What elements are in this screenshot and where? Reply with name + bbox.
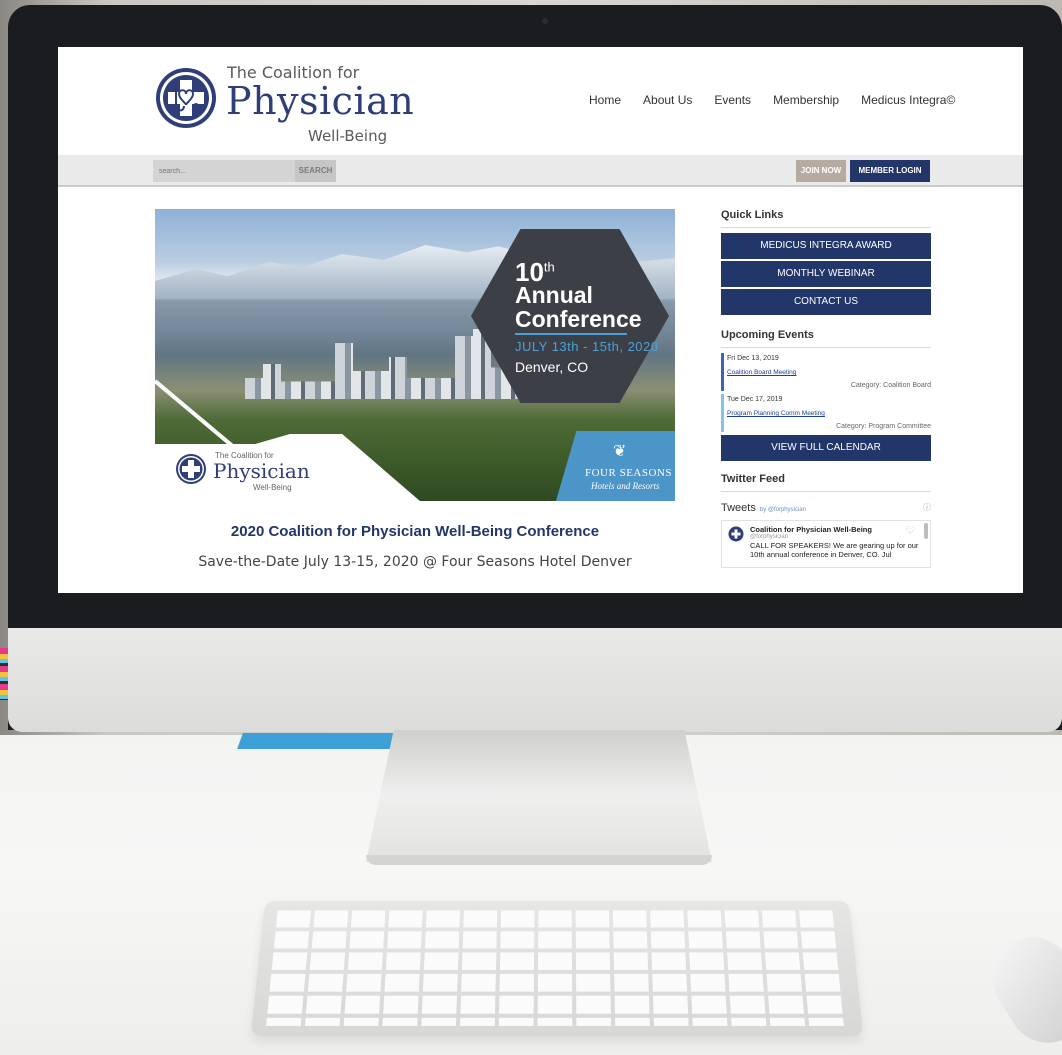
banner-logo-big: Physician [213,459,310,483]
tweets-title: Tweets [721,502,756,514]
logo-cross-stethoscope-icon [176,454,206,484]
event-link[interactable]: Program Planning Comm Meeting [727,410,931,417]
keyboard [250,901,864,1037]
event-item: Tue Dec 17, 2019 Program Planning Comm M… [721,394,931,432]
nav-medicus-integra[interactable]: Medicus Integra© [861,93,955,107]
view-full-calendar-button[interactable]: VIEW FULL CALENDAR [721,435,931,461]
event-link[interactable]: Coalition Board Meeting [727,369,931,376]
member-login-button[interactable]: MEMBER LOGIN [850,160,930,182]
site-header: The Coalition for Physician Well-Being H… [58,47,1023,155]
nav-events[interactable]: Events [714,93,751,107]
banner-dates: JULY 13th - 15th, 2020 [515,339,659,354]
tweet-scrollbar[interactable] [924,523,928,539]
quick-link-monthly-webinar[interactable]: MONTHLY WEBINAR [721,261,931,287]
event-date: Tue Dec 17, 2019 [727,396,783,403]
utility-bar: SEARCH JOIN NOW MEMBER LOGIN [58,155,1023,187]
nav-membership[interactable]: Membership [773,93,839,107]
imac-stand-foot [366,855,712,865]
logo-big-text: Physician [226,79,415,123]
event-category: Category: Program Committee [836,423,931,430]
tweets-header: Tweets by @forphysician ⓘ [721,498,931,516]
sponsor-name: FOUR SEASONS [585,467,672,479]
banner-edition-suffix: th [543,259,555,275]
conference-title[interactable]: 2020 Coalition for Physician Well-Being … [155,523,675,540]
sponsor-sub: Hotels and Resorts [591,481,660,491]
banner-divider [515,333,627,335]
banner-annual-conference: Annual Conference [515,283,642,331]
quick-links-heading: Quick Links [721,209,931,228]
leaf-icon: ❦ [613,443,627,460]
tweets-by[interactable]: by @forphysician [760,507,806,513]
keyboard-keys [266,910,848,1026]
browser-screen: The Coalition for Physician Well-Being H… [58,47,1023,593]
nav-home[interactable]: Home [589,93,621,107]
imac-chin [8,628,1062,732]
join-now-button[interactable]: JOIN NOW [796,160,846,182]
main-nav: Home About Us Events Membership Medicus … [589,93,977,107]
sidebar: Quick Links MEDICUS INTEGRA AWARD MONTHL… [721,209,931,568]
event-date: Fri Dec 13, 2019 [727,355,779,362]
avatar [728,526,744,542]
tweet-author[interactable]: Coalition for Physician Well-Being [750,525,922,534]
tweet-handle[interactable]: @forphysician [750,534,922,540]
search-button[interactable]: SEARCH [295,160,336,182]
event-category: Category: Coalition Board [850,382,931,389]
event-item: Fri Dec 13, 2019 Coalition Board Meeting… [721,353,931,391]
banner-logo: The Coalition for Physician Well-Being [175,451,315,492]
nav-about-us[interactable]: About Us [643,93,692,107]
banner-logo-sub: Well-Being [253,483,292,492]
info-icon[interactable]: ⓘ [923,502,931,513]
imac-stand [366,730,712,862]
quick-link-medicus-integra-award[interactable]: MEDICUS INTEGRA AWARD [721,233,931,259]
tweet-text: CALL FOR SPEAKERS! We are gearing up for… [750,541,919,559]
logo-cross-stethoscope-icon [156,68,216,128]
quick-link-contact-us[interactable]: CONTACT US [721,289,931,315]
conference-banner[interactable]: 10th Annual Conference JULY 13th - 15th,… [155,209,675,501]
banner-city: Denver, CO [515,359,589,375]
camera [542,18,548,24]
conference-subtitle: Save-the-Date July 13-15, 2020 @ Four Se… [198,554,632,570]
logo-sub-text: Well-Being [308,127,388,145]
twitter-feed-heading: Twitter Feed [721,473,931,492]
search-input[interactable] [153,160,295,182]
tweets-title-row: Tweets by @forphysician [721,498,806,516]
tweet-card[interactable]: Coalition for Physician Well-Being @forp… [721,520,931,568]
upcoming-events-heading: Upcoming Events [721,329,931,348]
banner-conference: Conference [515,306,642,332]
site-logo[interactable]: The Coalition for Physician Well-Being [154,61,414,145]
banner-annual: Annual [515,282,593,308]
twitter-bird-icon: 🐦︎ [905,526,916,535]
